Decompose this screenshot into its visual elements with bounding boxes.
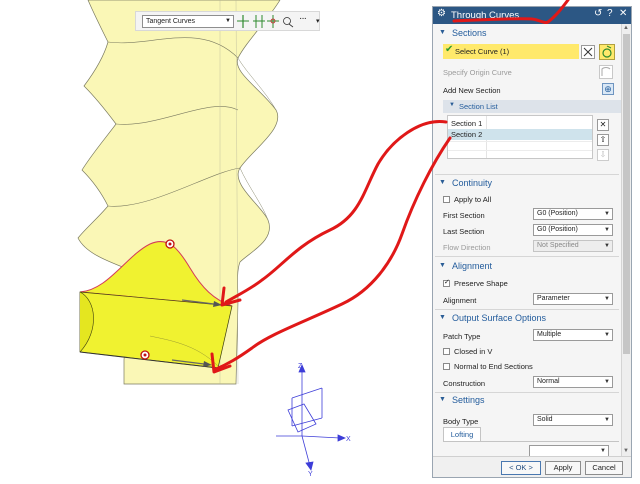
reverse-direction-button[interactable]	[581, 45, 595, 59]
closed-in-v-checkbox[interactable]	[443, 348, 450, 355]
scroll-up-icon[interactable]: ▲	[623, 25, 629, 31]
curve-rule-value: Tangent Curves	[146, 18, 196, 25]
construction-dropdown[interactable]: Normal ▼	[533, 376, 613, 388]
normal-to-end-sections-label: Normal to End Sections	[454, 362, 533, 371]
add-new-section-label: Add New Section	[443, 86, 501, 95]
section-list: Section 1 Section 2	[447, 115, 593, 159]
check-icon: ✓	[444, 279, 450, 286]
flow-direction-dropdown[interactable]: Not Specified ▼	[533, 240, 613, 252]
group-sections-header[interactable]: ▼ Sections	[433, 27, 621, 40]
construction-label: Construction	[443, 379, 486, 388]
dialog-title-bar[interactable]: ⚙ Through Curves ↺ ? ✕	[433, 7, 631, 24]
collapse-triangle-icon: ▼	[439, 396, 446, 403]
remove-section-button[interactable]: ✕	[597, 119, 609, 131]
reset-icon[interactable]: ↺	[594, 8, 602, 19]
help-icon[interactable]: ?	[607, 8, 613, 19]
graphics-viewport[interactable]: Z X Y Tangent Curves ▼ ··· ▾	[0, 0, 432, 484]
apply-to-all-checkbox[interactable]	[443, 196, 450, 203]
chevron-down-icon: ▼	[604, 227, 610, 233]
chain-within-feature-icon[interactable]	[282, 15, 294, 28]
plus-icon: ⊕	[604, 84, 612, 94]
chevron-down-icon: ▼	[604, 211, 610, 217]
axis-label-z: Z	[298, 363, 303, 370]
axis-label-y: Y	[308, 471, 313, 478]
curve-select-icon	[602, 45, 612, 58]
cancel-button[interactable]: Cancel	[585, 461, 623, 475]
chevron-down-icon: ▼	[225, 18, 231, 24]
origin-curve-icon	[601, 67, 611, 76]
move-up-button[interactable]: ⇧	[597, 134, 609, 146]
move-down-button[interactable]: ⇩	[597, 149, 609, 161]
apply-button[interactable]: Apply	[545, 461, 581, 475]
last-section-label: Last Section	[443, 227, 485, 236]
body-type-label: Body Type	[443, 417, 479, 426]
preserve-shape-label: Preserve Shape	[454, 279, 508, 288]
overflow-chevron-icon[interactable]: ▾	[316, 17, 320, 25]
patch-type-dropdown[interactable]: Multiple ▼	[533, 329, 613, 341]
curve-rule-dropdown[interactable]: Tangent Curves ▼	[142, 15, 234, 28]
alignment-dropdown[interactable]: Parameter ▼	[533, 293, 613, 305]
tab-lofting[interactable]: Lofting	[443, 427, 481, 442]
group-output-surface-header[interactable]: ▼ Output Surface Options	[433, 312, 621, 325]
checkmark-icon: ✔	[445, 44, 454, 55]
chevron-down-icon: ▼	[604, 332, 610, 338]
close-icon: ✕	[599, 120, 607, 129]
more-options-icon[interactable]: ···	[299, 13, 307, 24]
model-scene[interactable]: Z X Y	[0, 0, 432, 484]
collapse-triangle-icon: ▼	[439, 29, 446, 36]
chevron-down-icon: ▼	[604, 379, 610, 385]
selection-bar: Tangent Curves ▼ ··· ▾	[135, 11, 320, 31]
chevron-down-icon: ▼	[600, 448, 606, 454]
reverse-direction-icon	[583, 47, 593, 57]
chevron-down-icon: ▼	[604, 243, 610, 249]
scrollbar-thumb[interactable]	[623, 34, 630, 354]
body-type-dropdown[interactable]: Solid ▼	[533, 414, 613, 426]
collapse-triangle-icon: ▼	[449, 102, 455, 108]
arrow-up-icon: ⇧	[599, 135, 607, 144]
stop-at-intersection-icon[interactable]	[253, 15, 265, 28]
ok-button[interactable]: < OK >	[501, 461, 541, 475]
first-section-label: First Section	[443, 211, 485, 220]
dialog-footer: < OK > Apply Cancel	[433, 456, 631, 477]
follow-fillet-icon[interactable]	[267, 15, 279, 28]
specify-origin-curve-label: Specify Origin Curve	[443, 68, 512, 77]
closed-in-v-label: Closed in V	[454, 347, 493, 356]
chevron-down-icon: ▼	[604, 296, 610, 302]
last-section-dropdown[interactable]: G0 (Position) ▼	[533, 224, 613, 236]
dialog-title: Through Curves	[451, 10, 520, 21]
lofting-option-dropdown[interactable]: ▼	[529, 445, 609, 456]
curve-rule-button[interactable]	[599, 44, 615, 60]
alignment-label: Alignment	[443, 296, 477, 305]
through-curves-dialog: ⚙ Through Curves ↺ ? ✕ ▼ Sections ✔ Sele…	[432, 6, 632, 478]
flow-direction-label: Flow Direction	[443, 243, 491, 252]
add-new-section-button[interactable]: ⊕	[602, 83, 614, 95]
group-settings-header[interactable]: ▼ Settings	[433, 394, 621, 407]
preserve-shape-checkbox[interactable]: ✓	[443, 279, 450, 287]
collapse-triangle-icon: ▼	[439, 262, 446, 269]
arrow-down-icon: ⇩	[599, 150, 607, 159]
dialog-scrollbar[interactable]: ▲ ▼	[621, 24, 631, 456]
scroll-down-icon[interactable]: ▼	[623, 448, 629, 454]
normal-to-end-sections-checkbox[interactable]	[443, 363, 450, 370]
coordinate-triad	[276, 363, 347, 471]
axis-label-x: X	[346, 436, 351, 443]
close-icon[interactable]: ✕	[619, 8, 627, 19]
single-curve-icon[interactable]	[237, 15, 249, 28]
section-list-header[interactable]: ▼ Section List	[443, 100, 621, 113]
select-curve-row[interactable]: ✔ Select Curve (1)	[443, 44, 579, 59]
apply-to-all-label: Apply to All	[454, 195, 492, 204]
collapse-triangle-icon: ▼	[439, 179, 446, 186]
list-item[interactable]: Section 2	[448, 129, 592, 140]
patch-type-label: Patch Type	[443, 332, 481, 341]
origin-curve-button[interactable]	[599, 65, 613, 79]
first-section-dropdown[interactable]: G0 (Position) ▼	[533, 208, 613, 220]
gear-icon[interactable]: ⚙	[437, 8, 446, 19]
chevron-down-icon: ▼	[604, 417, 610, 423]
group-alignment-header[interactable]: ▼ Alignment	[433, 260, 621, 273]
collapse-triangle-icon: ▼	[439, 314, 446, 321]
group-continuity-header[interactable]: ▼ Continuity	[433, 177, 621, 190]
dialog-content: ▼ Sections ✔ Select Curve (1) Specify Or…	[433, 24, 621, 456]
list-item[interactable]: Section 1	[448, 118, 592, 129]
